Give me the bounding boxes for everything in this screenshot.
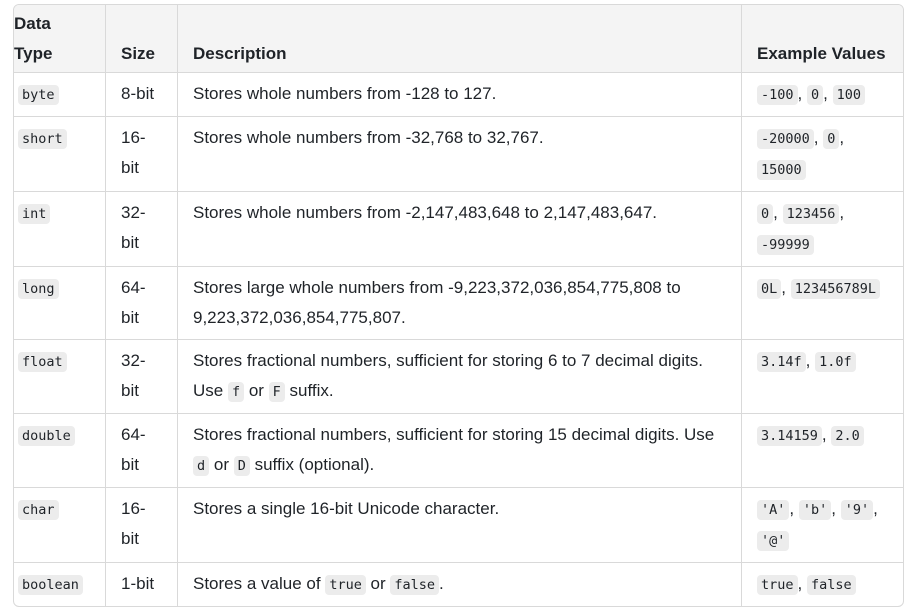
example-value-code: 0	[757, 204, 774, 224]
description-text: Stores whole numbers from -32,768 to 32,…	[193, 128, 544, 147]
size-cell: 64-bit	[106, 267, 178, 340]
type-cell: long	[14, 267, 106, 340]
type-cell: boolean	[14, 563, 106, 606]
table-row: byte 8-bit Stores whole numbers from -128 …	[14, 73, 903, 117]
description-text: Stores whole numbers from -2,147,483,648…	[193, 203, 658, 222]
example-value-code: 0	[823, 129, 840, 149]
example-value-code: 100	[832, 85, 865, 105]
type-cell: double	[14, 414, 106, 488]
example-value-code: '9'	[840, 500, 874, 520]
example-value-code: -99999	[757, 235, 814, 255]
inline-code: D	[233, 456, 250, 476]
type-code: int	[18, 204, 51, 224]
header-description: Description	[178, 5, 742, 73]
size-cell: 32-bit	[106, 192, 178, 267]
inline-code: true	[325, 575, 366, 595]
description-cell: Stores fractional numbers, sufficient fo…	[178, 414, 742, 488]
type-code: long	[18, 279, 59, 299]
table-body: byte 8-bit Stores whole numbers from -128 …	[14, 73, 903, 606]
description-cell: Stores a single 16-bit Unicode character…	[178, 488, 742, 563]
description-cell: Stores whole numbers from -128 to 127.	[178, 73, 742, 117]
example-value-code: 123456789L	[790, 279, 880, 299]
table-row: boolean 1-bit Stores a value of true or fa…	[14, 563, 903, 606]
description-text: or	[365, 574, 391, 593]
example-value-code: '@'	[757, 531, 790, 551]
type-cell: char	[14, 488, 106, 563]
example-values-cell: -100, 0, 100	[742, 73, 903, 117]
example-value-code: -100	[757, 85, 798, 105]
inline-code: f	[227, 382, 245, 402]
table-row: double 64-bit Stores fractional numbers, s…	[14, 414, 903, 488]
type-cell: byte	[14, 73, 106, 117]
example-values-cell: 0L, 123456789L	[742, 267, 903, 340]
description-text: Stores whole numbers from -128 to 127.	[193, 84, 497, 103]
description-text: Stores large whole numbers from -9,223,3…	[193, 278, 681, 327]
description-text: or	[244, 381, 269, 400]
description-text: .	[439, 574, 444, 593]
example-value-code: 3.14159	[757, 426, 822, 446]
example-values-cell: 0, 123456, -99999	[742, 192, 903, 267]
description-cell: Stores fractional numbers, sufficient fo…	[178, 340, 742, 414]
type-code: float	[18, 352, 67, 372]
header-example-values: Example Values	[742, 5, 903, 73]
table-row: int 32-bit Stores whole numbers from -2,14…	[14, 192, 903, 267]
example-value-code: 0L	[757, 279, 782, 299]
example-value-code: 0	[806, 85, 824, 105]
example-values-cell: 3.14159, 2.0	[742, 414, 903, 488]
example-values-cell: true, false	[742, 563, 903, 606]
inline-code: d	[193, 456, 210, 476]
type-cell: short	[14, 117, 106, 192]
description-text: suffix.	[284, 381, 334, 400]
size-cell: 8-bit	[106, 73, 178, 117]
type-code: short	[18, 129, 67, 149]
example-values-cell: 3.14f, 1.0f	[742, 340, 903, 414]
type-cell: float	[14, 340, 106, 414]
example-value-code: 3.14f	[757, 352, 806, 372]
example-value-code: 2.0	[831, 426, 864, 446]
table-header-row: Data Type Size Description Example Value…	[14, 5, 903, 73]
description-cell: Stores whole numbers from -32,768 to 32,…	[178, 117, 742, 192]
example-value-code: 15000	[757, 160, 806, 180]
description-text: Stores fractional numbers, sufficient fo…	[193, 425, 715, 444]
example-values-cell: -20000, 0, 15000	[742, 117, 903, 192]
description-text: Stores a value of	[193, 574, 326, 593]
example-value-code: 'b'	[798, 500, 832, 520]
example-value-code: 'A'	[757, 500, 790, 520]
description-text: or	[209, 455, 234, 474]
table-row: long 64-bit Stores large whole numbers fro…	[14, 267, 903, 340]
description-cell: Stores large whole numbers from -9,223,3…	[178, 267, 742, 340]
description-cell: Stores whole numbers from -2,147,483,648…	[178, 192, 742, 267]
table-row: char 16-bit Stores a single 16-bit Unicode…	[14, 488, 903, 563]
example-value-code: -20000	[757, 129, 814, 149]
table-row: short 16-bit Stores whole numbers from -32…	[14, 117, 903, 192]
size-cell: 64-bit	[106, 414, 178, 488]
size-cell: 32-bit	[106, 340, 178, 414]
header-data-type: Data Type	[14, 5, 106, 73]
inline-code: false	[390, 575, 440, 595]
type-cell: int	[14, 192, 106, 267]
data-types-table-container: Data Type Size Description Example Value…	[13, 4, 904, 607]
example-value-code: true	[757, 575, 798, 595]
size-cell: 16-bit	[106, 488, 178, 563]
type-code: char	[18, 500, 59, 520]
inline-code: F	[268, 382, 285, 402]
example-value-code: 123456	[782, 204, 840, 224]
data-types-table: Data Type Size Description Example Value…	[13, 4, 904, 607]
type-code: boolean	[18, 575, 83, 595]
size-cell: 1-bit	[106, 563, 178, 606]
example-value-code: false	[806, 575, 856, 595]
example-values-cell: 'A', 'b', '9', '@'	[742, 488, 903, 563]
example-value-code: 1.0f	[815, 352, 856, 372]
type-code: byte	[18, 85, 59, 105]
description-text: suffix (optional).	[249, 455, 375, 474]
size-cell: 16-bit	[106, 117, 178, 192]
table-row: float 32-bit Stores fractional numbers, su…	[14, 340, 903, 414]
type-code: double	[18, 426, 75, 446]
description-text: Stores a single 16-bit Unicode character…	[193, 499, 500, 518]
description-cell: Stores a value of true or false.	[178, 563, 742, 606]
header-size: Size	[106, 5, 178, 73]
